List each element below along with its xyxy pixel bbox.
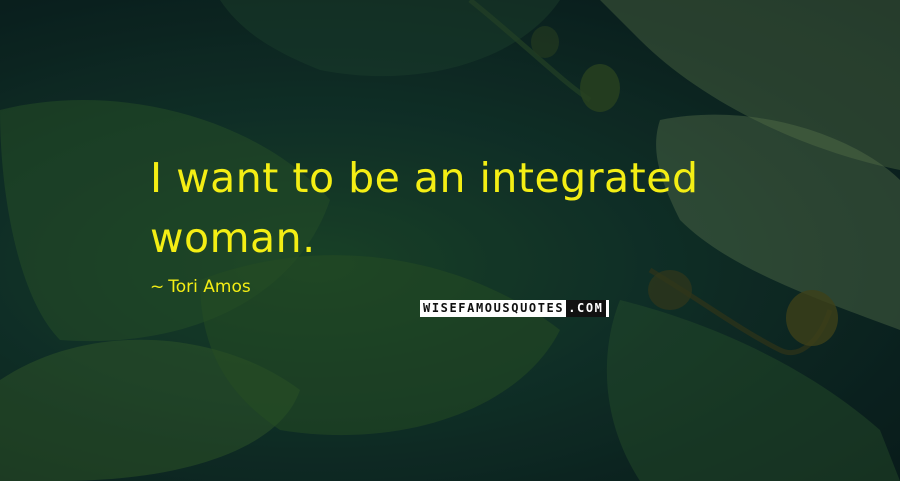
quote-text: I want to be an integrated woman.	[150, 148, 850, 268]
watermark-text-main: WISEFAMOUSQUOTES	[423, 301, 565, 315]
author-attribution: ~ Tori Amos	[150, 277, 251, 297]
watermark-text-suffix: .COM	[566, 300, 606, 317]
quote-line-2: woman.	[150, 214, 316, 262]
author-name: Tori Amos	[168, 277, 251, 297]
quote-image: I want to be an integrated woman. ~ Tori …	[0, 0, 900, 481]
quote-line-1: I want to be an integrated	[150, 154, 699, 202]
watermark-logo: WISEFAMOUSQUOTES .COM	[420, 300, 609, 317]
author-dash: ~	[150, 277, 165, 297]
